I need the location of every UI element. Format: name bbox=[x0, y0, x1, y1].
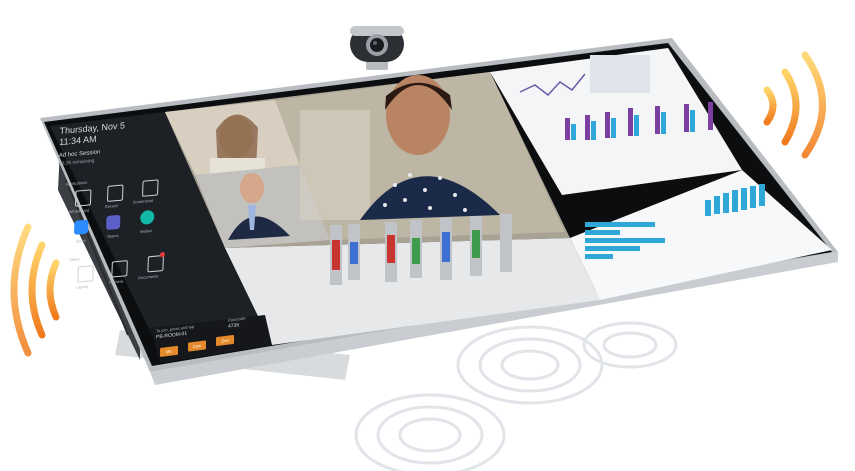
meeting-remaining: 09:26 remaining bbox=[58, 158, 95, 168]
passcode-value: 4736 bbox=[228, 322, 240, 330]
camera-share-button[interactable]: Camera bbox=[104, 260, 135, 287]
applications-heading: Applications bbox=[65, 179, 88, 187]
end-call-button[interactable]: End bbox=[216, 334, 234, 347]
whiteboard-button[interactable]: Whiteboard bbox=[67, 189, 98, 216]
whiteboard-icon bbox=[74, 189, 92, 207]
record-button[interactable]: Record bbox=[99, 184, 130, 211]
screenshot-icon bbox=[142, 179, 159, 197]
webex-icon bbox=[140, 209, 155, 226]
share-heading: Share bbox=[69, 256, 80, 263]
notification-dot bbox=[159, 251, 166, 258]
laptop-share-button[interactable]: Laptop bbox=[70, 265, 101, 292]
monitor-scene: Thursday, Nov 5 11:34 AM Ad hoc Session … bbox=[0, 0, 855, 471]
mic-button[interactable]: Mic bbox=[160, 345, 178, 358]
teams-app-button[interactable]: Teams bbox=[100, 214, 131, 243]
camera-icon bbox=[111, 260, 128, 278]
teams-icon bbox=[105, 214, 121, 231]
time-label: 11:34 AM bbox=[59, 133, 97, 148]
documents-icon bbox=[147, 254, 164, 273]
laptop-icon bbox=[77, 265, 94, 283]
webex-app-button[interactable]: Webex bbox=[134, 209, 165, 238]
documents-share-button[interactable]: Documents bbox=[138, 251, 173, 281]
camera-toggle-button[interactable]: Cam bbox=[188, 340, 206, 352]
screenshot-button[interactable]: Screenshot bbox=[133, 179, 168, 206]
record-icon bbox=[106, 184, 124, 202]
zoom-icon bbox=[73, 219, 89, 235]
zoom-app-button[interactable]: Zoom bbox=[68, 219, 99, 248]
